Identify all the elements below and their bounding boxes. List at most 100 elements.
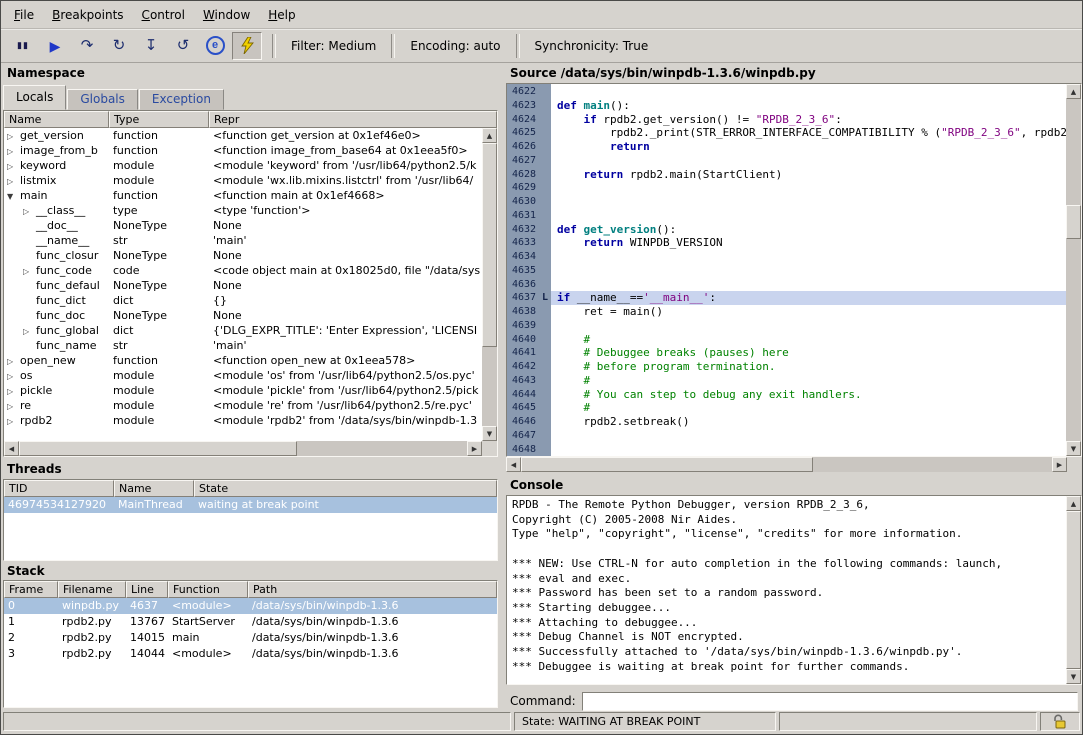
namespace-vscrollbar[interactable]: ▲ ▼ [482, 128, 497, 441]
table-row[interactable]: 2rpdb2.py14015main/data/sys/bin/winpdb-1… [4, 630, 497, 646]
expander-icon[interactable]: ▷ [7, 129, 20, 143]
menu-window[interactable]: Window [194, 4, 259, 26]
code-line[interactable]: 4640 # [507, 333, 1066, 347]
table-row[interactable]: 3rpdb2.py14044<module>/data/sys/bin/winp… [4, 646, 497, 662]
scroll-up-icon[interactable]: ▲ [482, 128, 497, 143]
step-button[interactable]: ↻ [104, 32, 134, 60]
code-line[interactable]: 4648 [507, 443, 1066, 457]
expander-icon[interactable]: ▼ [7, 189, 20, 203]
column-header[interactable]: Name [114, 480, 194, 497]
code-line[interactable]: 4624 if rpdb2.get_version() != "RPDB_2_3… [507, 113, 1066, 127]
code-line[interactable]: 4641 # Debuggee breaks (pauses) here [507, 346, 1066, 360]
code-line[interactable]: 4639 [507, 319, 1066, 333]
scrollbar-thumb[interactable] [521, 457, 813, 472]
code-line[interactable]: 4632def get_version(): [507, 223, 1066, 237]
table-row[interactable]: func_defaulNoneTypeNone [4, 278, 482, 293]
code-line[interactable]: 4627 [507, 154, 1066, 168]
code-line[interactable]: 4637Lif __name__=='__main__': [507, 291, 1066, 305]
scrollbar-trough[interactable] [482, 143, 497, 426]
scrollbar-thumb[interactable] [1066, 511, 1081, 669]
go-button[interactable]: ▶ [40, 32, 70, 60]
table-row[interactable]: ▷listmixmodule<module 'wx.lib.mixins.lis… [4, 173, 482, 188]
table-row[interactable]: ▷keywordmodule<module 'keyword' from '/u… [4, 158, 482, 173]
scroll-down-icon[interactable]: ▼ [1066, 669, 1081, 684]
source-vscrollbar[interactable]: ▲ ▼ [1066, 84, 1081, 456]
table-row[interactable]: ▷func_codecode<code object main at 0x180… [4, 263, 482, 278]
expander-icon[interactable]: ▷ [7, 174, 20, 188]
scrollbar-thumb[interactable] [482, 143, 497, 347]
menu-breakpoints[interactable]: Breakpoints [43, 4, 132, 26]
column-header[interactable]: Repr [209, 111, 497, 128]
code-line[interactable]: 4647 [507, 429, 1066, 443]
table-row[interactable]: __doc__NoneTypeNone [4, 218, 482, 233]
tab-globals[interactable]: Globals [67, 89, 138, 110]
table-row[interactable]: 1rpdb2.py13767StartServer/data/sys/bin/w… [4, 614, 497, 630]
scroll-left-icon[interactable]: ◀ [506, 457, 521, 472]
table-row[interactable]: ▷open_newfunction<function open_new at 0… [4, 353, 482, 368]
code-line[interactable]: 4623def main(): [507, 99, 1066, 113]
table-row[interactable]: 0winpdb.py4637<module>/data/sys/bin/winp… [4, 598, 497, 614]
scrollbar-thumb[interactable] [1066, 205, 1081, 239]
scroll-down-icon[interactable]: ▼ [1066, 441, 1081, 456]
column-header[interactable]: Function [168, 581, 248, 598]
expander-icon[interactable]: ▷ [23, 324, 36, 338]
code-line[interactable]: 4643 # [507, 374, 1066, 388]
table-row[interactable]: ▷__class__type<type 'function'> [4, 203, 482, 218]
menu-control[interactable]: Control [133, 4, 194, 26]
source-hscrollbar[interactable]: ◀ ▶ [506, 457, 1067, 472]
return-button[interactable]: ↧ [136, 32, 166, 60]
table-row[interactable]: ▷get_versionfunction<function get_versio… [4, 128, 482, 143]
scroll-right-icon[interactable]: ▶ [467, 441, 482, 456]
code-line[interactable]: 4638 ret = main() [507, 305, 1066, 319]
code-line[interactable]: 4626 return [507, 140, 1066, 154]
scroll-up-icon[interactable]: ▲ [1066, 84, 1081, 99]
table-row[interactable]: ▷picklemodule<module 'pickle' from '/usr… [4, 383, 482, 398]
table-row[interactable]: ▷image_from_bfunction<function image_fro… [4, 143, 482, 158]
scroll-up-icon[interactable]: ▲ [1066, 496, 1081, 511]
column-header[interactable]: Frame [4, 581, 58, 598]
menu-file[interactable]: File [5, 4, 43, 26]
command-input[interactable] [582, 692, 1078, 711]
code-line[interactable]: 4625 rpdb2._print(STR_ERROR_INTERFACE_CO… [507, 126, 1066, 140]
code-line[interactable]: 4622 [507, 85, 1066, 99]
menu-help[interactable]: Help [259, 4, 304, 26]
expander-icon[interactable]: ▷ [7, 159, 20, 173]
scrollbar-trough[interactable] [1066, 99, 1081, 441]
source-view[interactable]: 4622 4623def main():4624 if rpdb2.get_ve… [506, 83, 1082, 457]
code-line[interactable]: 4646 rpdb2.setbreak() [507, 415, 1066, 429]
table-row[interactable]: ▷rpdb2module<module 'rpdb2' from '/data/… [4, 413, 482, 428]
expander-icon[interactable]: ▷ [7, 144, 20, 158]
code-line[interactable]: 4628 return rpdb2.main(StartClient) [507, 168, 1066, 182]
expander-icon[interactable]: ▷ [7, 414, 20, 428]
scroll-down-icon[interactable]: ▼ [482, 426, 497, 441]
break-button[interactable]: ▮▮ [8, 32, 38, 60]
column-header[interactable]: Line [126, 581, 168, 598]
tab-locals[interactable]: Locals [3, 85, 66, 110]
table-row[interactable]: __name__str'main' [4, 233, 482, 248]
code-line[interactable]: 4636 [507, 278, 1066, 292]
expander-icon[interactable]: ▷ [7, 399, 20, 413]
goto-button[interactable]: ↺ [168, 32, 198, 60]
table-row[interactable]: func_docNoneTypeNone [4, 308, 482, 323]
encrypted-toggle[interactable]: e [200, 32, 230, 60]
code-line[interactable]: 4630 [507, 195, 1066, 209]
tab-exception[interactable]: Exception [139, 89, 224, 110]
expander-icon[interactable]: ▷ [23, 204, 36, 218]
scroll-left-icon[interactable]: ◀ [4, 441, 19, 456]
code-line[interactable]: 4645 # [507, 401, 1066, 415]
code-line[interactable]: 4633 return WINPDB_VERSION [507, 236, 1066, 250]
table-row[interactable]: ▷osmodule<module 'os' from '/usr/lib64/p… [4, 368, 482, 383]
table-row[interactable]: ▷remodule<module 're' from '/usr/lib64/p… [4, 398, 482, 413]
code-line[interactable]: 4631 [507, 209, 1066, 223]
next-button[interactable]: ↷ [72, 32, 102, 60]
code-line[interactable]: 4644 # You can step to debug any exit ha… [507, 388, 1066, 402]
code-line[interactable]: 4629 [507, 181, 1066, 195]
scrollbar-trough[interactable] [1066, 511, 1081, 669]
code-line[interactable]: 4642 # before program termination. [507, 360, 1066, 374]
expander-icon[interactable]: ▷ [7, 354, 20, 368]
column-header[interactable]: TID [4, 480, 114, 497]
expander-icon[interactable]: ▷ [7, 369, 20, 383]
expander-icon[interactable]: ▷ [7, 384, 20, 398]
scrollbar-trough[interactable] [19, 441, 467, 456]
column-header[interactable]: State [194, 480, 497, 497]
